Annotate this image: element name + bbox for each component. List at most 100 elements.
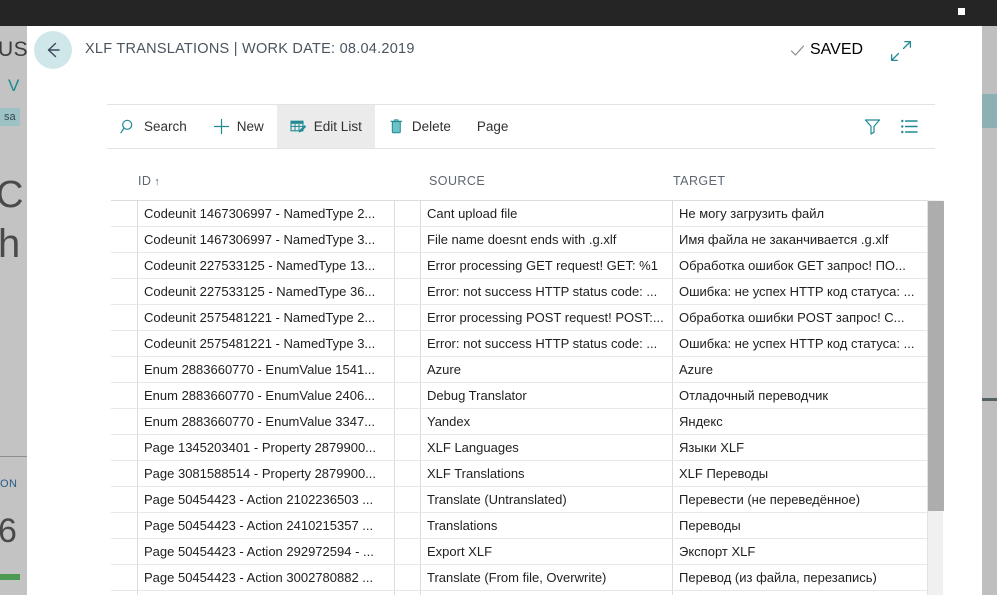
cell-target[interactable]: XLF Переводы bbox=[673, 461, 927, 486]
cell-id[interactable]: Codeunit 227533125 - NamedType 36... bbox=[138, 279, 395, 304]
row-selector-cell[interactable] bbox=[111, 279, 138, 304]
cell-target[interactable]: Обработка ошибки POST запрос! С... bbox=[673, 305, 927, 330]
back-button[interactable] bbox=[34, 31, 72, 69]
cell-id[interactable]: Page 50454423 - Action 292972594 - ... bbox=[138, 539, 395, 564]
cell-id[interactable]: Page 1345203401 - Property 2879900... bbox=[138, 435, 395, 460]
row-selector-cell[interactable] bbox=[111, 513, 138, 538]
table-row[interactable]: Page 50454423 - Action 3535105396 ... Imp… bbox=[111, 591, 943, 595]
cell-target[interactable]: Импорт XLF (с чистого листа) bbox=[673, 591, 927, 595]
cell-target[interactable]: Перевод (из файла, перезапись) bbox=[673, 565, 927, 590]
cell-target[interactable]: Перевести (не переведённое) bbox=[673, 487, 927, 512]
cell-id[interactable]: Page 50454423 - Action 2102236503 ... bbox=[138, 487, 395, 512]
row-selector-cell[interactable] bbox=[111, 565, 138, 590]
row-selector-cell[interactable] bbox=[111, 435, 138, 460]
cell-source[interactable]: Error processing GET request! GET: %1 bbox=[421, 253, 673, 278]
table-row[interactable]: Codeunit 2575481221 - NamedType 2... Erro… bbox=[111, 305, 943, 331]
cell-target[interactable]: Обработка ошибок GET запрос! ПО... bbox=[673, 253, 927, 278]
cell-target[interactable]: Ошибка: не успех HTTP код статуса: ... bbox=[673, 279, 927, 304]
cell-target[interactable]: Azure bbox=[673, 357, 927, 382]
row-selector-cell[interactable] bbox=[111, 487, 138, 512]
table-vertical-scrollbar[interactable] bbox=[927, 200, 944, 595]
table-row[interactable]: Codeunit 1467306997 - NamedType 3... File… bbox=[111, 227, 943, 253]
cell-id[interactable]: Page 50454423 - Action 3535105396 ... bbox=[138, 591, 395, 595]
cell-target[interactable]: Переводы bbox=[673, 513, 927, 538]
cell-source[interactable]: XLF Languages bbox=[421, 435, 673, 460]
background-divider bbox=[0, 456, 27, 457]
cell-target[interactable]: Языки XLF bbox=[673, 435, 927, 460]
cell-source[interactable]: Error: not success HTTP status code: ... bbox=[421, 331, 673, 356]
cell-id[interactable]: Enum 2883660770 - EnumValue 3347... bbox=[138, 409, 395, 434]
row-selector-cell[interactable] bbox=[111, 383, 138, 408]
cell-id[interactable]: Codeunit 2575481221 - NamedType 2... bbox=[138, 305, 395, 330]
cell-source[interactable]: File name doesnt ends with .g.xlf bbox=[421, 227, 673, 252]
cell-source[interactable]: Translations bbox=[421, 513, 673, 538]
cell-source[interactable]: Export XLF bbox=[421, 539, 673, 564]
toolbar-page-menu[interactable]: Page bbox=[464, 105, 522, 148]
cell-target[interactable]: Ошибка: не успех HTTP код статуса: ... bbox=[673, 331, 927, 356]
list-view-icon[interactable] bbox=[900, 117, 919, 136]
cell-id[interactable]: Page 3081588514 - Property 2879900... bbox=[138, 461, 395, 486]
table-row[interactable]: Codeunit 227533125 - NamedType 36... Erro… bbox=[111, 279, 943, 305]
table-row[interactable]: Codeunit 1467306997 - NamedType 2... Cant… bbox=[111, 201, 943, 227]
row-selector-cell[interactable] bbox=[111, 591, 138, 595]
table-row[interactable]: Codeunit 227533125 - NamedType 13... Erro… bbox=[111, 253, 943, 279]
cell-source[interactable]: Error: not success HTTP status code: ... bbox=[421, 279, 673, 304]
cell-id[interactable]: Codeunit 2575481221 - NamedType 3... bbox=[138, 331, 395, 356]
table-row[interactable]: Page 50454423 - Action 3002780882 ... Tra… bbox=[111, 565, 943, 591]
cell-id[interactable]: Page 50454423 - Action 2410215357 ... bbox=[138, 513, 395, 538]
cell-source[interactable]: Translate (From file, Overwrite) bbox=[421, 565, 673, 590]
cell-source[interactable]: Azure bbox=[421, 357, 673, 382]
table-row[interactable]: Page 50454423 - Action 2410215357 ... Tra… bbox=[111, 513, 943, 539]
table-row[interactable]: Page 3081588514 - Property 2879900... XLF… bbox=[111, 461, 943, 487]
table-row[interactable]: Page 50454423 - Action 2102236503 ... Tra… bbox=[111, 487, 943, 513]
cell-target[interactable]: Не могу загрузить файл bbox=[673, 201, 927, 226]
toolbar-edit-list-button[interactable]: Edit List bbox=[276, 105, 375, 148]
toolbar-delete-button[interactable]: Delete bbox=[375, 105, 464, 148]
row-selector-cell[interactable] bbox=[111, 201, 138, 226]
column-header-target[interactable]: TARGET bbox=[673, 174, 725, 188]
cell-source[interactable]: Translate (Untranslated) bbox=[421, 487, 673, 512]
cell-id[interactable]: Codeunit 227533125 - NamedType 13... bbox=[138, 253, 395, 278]
table-row[interactable]: Codeunit 2575481221 - NamedType 3... Erro… bbox=[111, 331, 943, 357]
cell-id[interactable]: Enum 2883660770 - EnumValue 1541... bbox=[138, 357, 395, 382]
row-selector-cell[interactable] bbox=[111, 539, 138, 564]
cell-source[interactable]: Error processing POST request! POST:... bbox=[421, 305, 673, 330]
background-fragment-h: h bbox=[0, 222, 21, 266]
row-selector-cell[interactable] bbox=[111, 357, 138, 382]
cell-id[interactable]: Enum 2883660770 - EnumValue 2406... bbox=[138, 383, 395, 408]
row-selector-cell[interactable] bbox=[111, 461, 138, 486]
row-selector-cell[interactable] bbox=[111, 331, 138, 356]
column-header-source-label: SOURCE bbox=[429, 174, 486, 188]
cell-spacer bbox=[395, 513, 421, 538]
column-header-source[interactable]: SOURCE bbox=[429, 174, 485, 188]
background-scrollbar-thumb[interactable] bbox=[982, 94, 997, 128]
table-row[interactable]: Enum 2883660770 - EnumValue 1541... Azure… bbox=[111, 357, 943, 383]
toolbar-search-button[interactable]: Search bbox=[107, 105, 200, 148]
table-row[interactable]: Page 50454423 - Action 292972594 - ... Ex… bbox=[111, 539, 943, 565]
cell-source[interactable]: Yandex bbox=[421, 409, 673, 434]
cell-source[interactable]: Import XLF (Clear) bbox=[421, 591, 673, 595]
cell-target[interactable]: Яндекс bbox=[673, 409, 927, 434]
cell-target[interactable]: Имя файла не заканчивается .g.xlf bbox=[673, 227, 927, 252]
row-selector-cell[interactable] bbox=[111, 305, 138, 330]
topbar-indicator bbox=[958, 8, 965, 15]
row-selector-cell[interactable] bbox=[111, 409, 138, 434]
cell-target[interactable]: Отладочный переводчик bbox=[673, 383, 927, 408]
filter-funnel-icon[interactable] bbox=[863, 117, 882, 136]
table-row[interactable]: Enum 2883660770 - EnumValue 2406... Debug… bbox=[111, 383, 943, 409]
cell-source[interactable]: Cant upload file bbox=[421, 201, 673, 226]
cell-id[interactable]: Page 50454423 - Action 3002780882 ... bbox=[138, 565, 395, 590]
column-header-id[interactable]: ID ↑ bbox=[138, 174, 160, 188]
cell-id[interactable]: Codeunit 1467306997 - NamedType 3... bbox=[138, 227, 395, 252]
toolbar-new-button[interactable]: New bbox=[200, 105, 277, 148]
cell-source[interactable]: Debug Translator bbox=[421, 383, 673, 408]
expand-button[interactable] bbox=[887, 37, 915, 65]
vertical-scrollbar-thumb[interactable] bbox=[928, 201, 944, 511]
table-row[interactable]: Enum 2883660770 - EnumValue 3347... Yande… bbox=[111, 409, 943, 435]
cell-id[interactable]: Codeunit 1467306997 - NamedType 2... bbox=[138, 201, 395, 226]
cell-target[interactable]: Экспорт XLF bbox=[673, 539, 927, 564]
row-selector-cell[interactable] bbox=[111, 253, 138, 278]
cell-source[interactable]: XLF Translations bbox=[421, 461, 673, 486]
table-row[interactable]: Page 1345203401 - Property 2879900... XLF… bbox=[111, 435, 943, 461]
row-selector-cell[interactable] bbox=[111, 227, 138, 252]
